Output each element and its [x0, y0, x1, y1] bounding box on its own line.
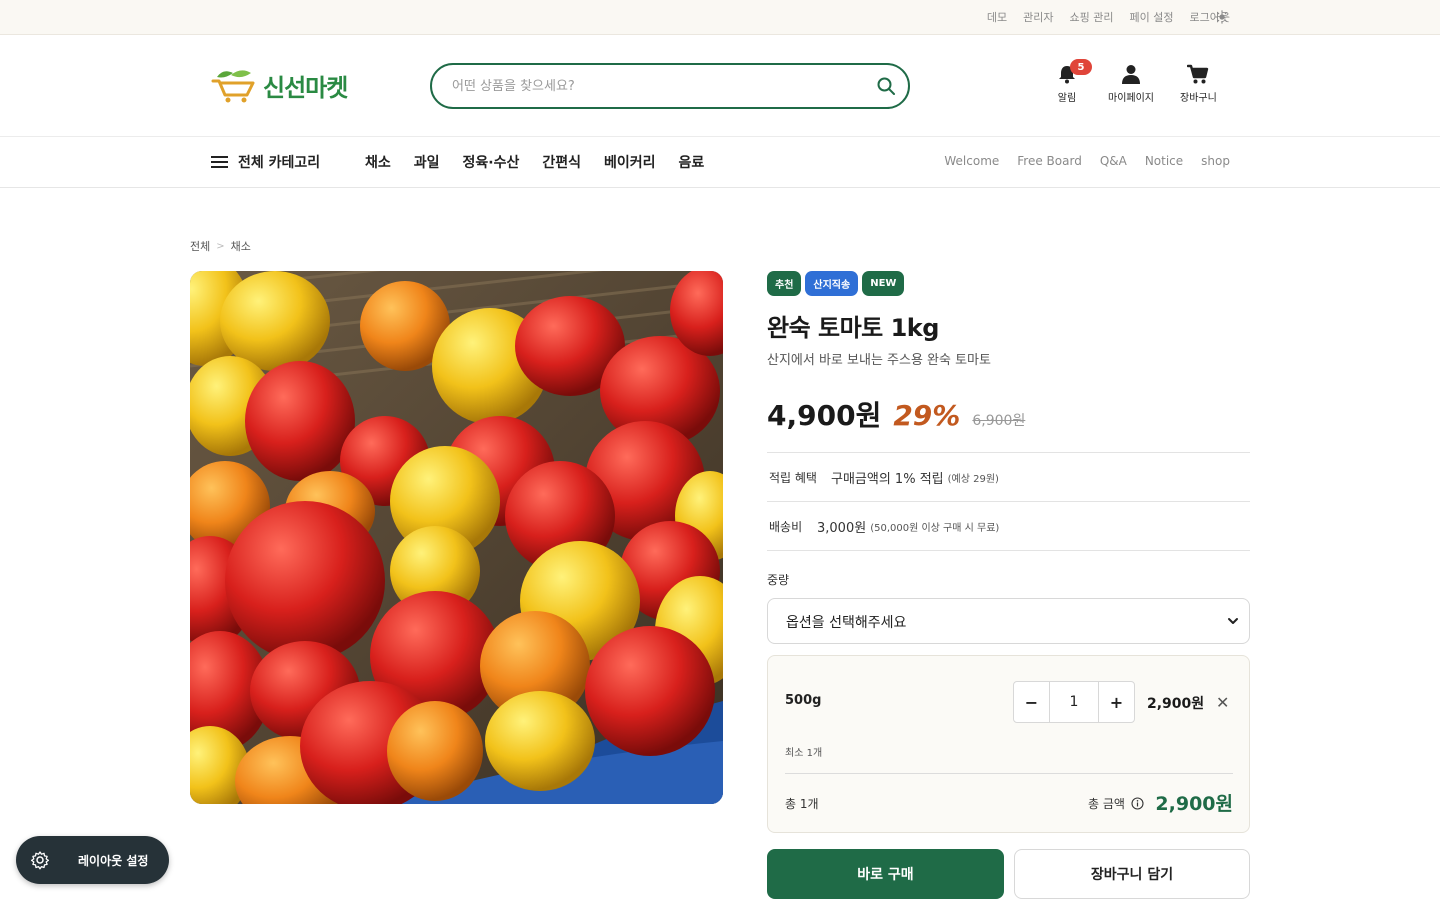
category-fruits[interactable]: 과일	[414, 152, 440, 172]
add-to-cart-button[interactable]: 장바구니 담기	[1014, 849, 1250, 899]
tag-new: NEW	[862, 271, 905, 296]
breadcrumb-separator: >	[216, 240, 225, 252]
cart-button[interactable]: 장바구니	[1180, 63, 1217, 104]
remove-option-button[interactable]: ✕	[1216, 693, 1229, 712]
total-price: 2,900원	[1155, 793, 1233, 815]
discount-rate: 29%	[893, 399, 961, 432]
points-label: 적립 혜택	[769, 470, 817, 485]
tomatoes-photo	[190, 271, 723, 804]
breadcrumb-current[interactable]: 채소	[231, 238, 251, 254]
category-vegetables[interactable]: 채소	[365, 152, 391, 172]
shipping-label: 배송비	[769, 519, 803, 534]
utility-link-pay-settings[interactable]: 페이 설정	[1130, 9, 1174, 25]
total-amount-label: 총 금액	[1088, 797, 1125, 811]
user-icon	[1122, 65, 1140, 84]
quantity-value[interactable]: 1	[1049, 682, 1099, 722]
product-tags: 추천 산지직송 NEW	[767, 271, 1250, 296]
board-link-qna[interactable]: Q&A	[1100, 154, 1127, 168]
quantity-decrease-button[interactable]: −	[1014, 682, 1049, 722]
gear-icon	[30, 851, 50, 870]
total-amount-label-group: 총 금액	[1088, 795, 1144, 812]
minimum-quantity-note: 최소 1개	[785, 748, 823, 759]
product-subtitle: 산지에서 바로 보내는 주스용 완숙 토마토	[767, 353, 991, 368]
selected-option-name: 500g	[785, 693, 822, 708]
category-nav: 전체 카테고리 채소 과일 정육·수산 간편식 베이커리 음료 Welcome …	[0, 137, 1440, 188]
search-input[interactable]	[452, 75, 852, 97]
shipping-note: (50,000원 이상 구매 시 무료)	[870, 522, 1000, 534]
category-convenience-food[interactable]: 간편식	[542, 152, 581, 172]
weight-label: 중량	[767, 573, 790, 587]
shipping-row: 배송비 3,000원 (50,000원 이상 구매 시 무료)	[767, 502, 1250, 550]
board-link-shop[interactable]: shop	[1201, 154, 1230, 168]
board-link-free-board[interactable]: Free Board	[1017, 154, 1082, 168]
divider	[785, 773, 1233, 774]
total-count: 총 1개	[785, 797, 819, 811]
board-links: Welcome Free Board Q&A Notice shop	[944, 154, 1230, 168]
category-list: 채소 과일 정육·수산 간편식 베이커리 음료	[365, 152, 704, 172]
utility-link-admin[interactable]: 관리자	[1023, 9, 1053, 25]
board-link-welcome[interactable]: Welcome	[944, 154, 999, 168]
chevron-down-icon	[1228, 618, 1238, 624]
buy-now-button[interactable]: 바로 구매	[767, 849, 1004, 899]
selected-option-box: 500g − 1 + 2,900원 ✕ 최소 1개 총 1개 총 금액 2,90…	[767, 655, 1250, 833]
breadcrumb-root[interactable]: 전체	[190, 238, 210, 254]
all-categories-button[interactable]: 전체 카테고리	[211, 152, 320, 172]
category-meat-seafood[interactable]: 정육·수산	[463, 152, 520, 172]
search-bar	[430, 63, 910, 109]
cart-label: 장바구니	[1180, 93, 1217, 104]
original-price: 6,900원	[972, 413, 1026, 429]
quantity-increase-button[interactable]: +	[1099, 682, 1134, 722]
category-bakery[interactable]: 베이커리	[604, 152, 656, 172]
site-header: 신선마켓 5 알림 마이페이지 장바구니	[0, 35, 1440, 137]
mypage-label: 마이페이지	[1108, 93, 1154, 104]
shipping-value: 3,000원	[817, 520, 867, 536]
points-value: 구매금액의 1% 적립	[831, 471, 944, 487]
category-beverages[interactable]: 음료	[679, 152, 705, 172]
utility-link-demo[interactable]: 데모	[987, 9, 1007, 25]
divider	[767, 550, 1250, 551]
sun-icon[interactable]	[1215, 10, 1229, 24]
mypage-button[interactable]: 마이페이지	[1108, 63, 1154, 104]
breadcrumb: 전체 > 채소	[190, 238, 251, 254]
all-categories-label: 전체 카테고리	[238, 155, 321, 171]
logo-text: 신선마켓	[263, 73, 348, 102]
hamburger-menu-icon	[211, 156, 228, 168]
search-icon[interactable]	[876, 76, 896, 96]
product-image	[190, 271, 723, 804]
quantity-stepper: − 1 +	[1013, 681, 1135, 723]
option-select-value: 옵션을 선택해주세요	[786, 615, 907, 631]
points-note: (예상 29원)	[947, 473, 999, 485]
alert-label: 알림	[1057, 93, 1077, 104]
utility-links: 데모 관리자 쇼핑 관리 페이 설정 로그아웃	[987, 0, 1230, 34]
alert-button[interactable]: 5 알림	[1056, 59, 1092, 104]
tag-recommended: 추천	[767, 271, 802, 296]
site-logo[interactable]: 신선마켓	[211, 67, 348, 103]
cart-icon	[1187, 64, 1209, 84]
board-link-notice[interactable]: Notice	[1145, 154, 1183, 168]
info-icon[interactable]	[1131, 797, 1144, 810]
utility-bar: 데모 관리자 쇼핑 관리 페이 설정 로그아웃	[0, 0, 1440, 35]
option-select[interactable]: 옵션을 선택해주세요	[767, 598, 1250, 644]
layout-settings-button[interactable]: 레이아웃 설정	[16, 836, 169, 884]
purchase-actions: 바로 구매 장바구니 담기	[767, 849, 1250, 899]
points-row: 적립 혜택 구매금액의 1% 적립 (예상 29원)	[767, 453, 1250, 501]
cart-leaf-logo-icon	[211, 70, 255, 103]
alert-count-badge: 5	[1070, 59, 1092, 75]
product-info: 추천 산지직송 NEW 완숙 토마토 1kg 산지에서 바로 보내는 주스용 완…	[767, 271, 1250, 899]
sale-price: 4,900원	[767, 399, 882, 432]
layout-settings-label: 레이아웃 설정	[78, 853, 149, 868]
tag-direct-from-farm: 산지직송	[805, 271, 859, 296]
selected-option-price: 2,900원	[1147, 696, 1205, 712]
price-row: 4,900원 29% 6,900원	[767, 394, 1250, 434]
utility-link-shop-admin[interactable]: 쇼핑 관리	[1070, 9, 1114, 25]
product-title: 완숙 토마토 1kg	[767, 314, 939, 342]
